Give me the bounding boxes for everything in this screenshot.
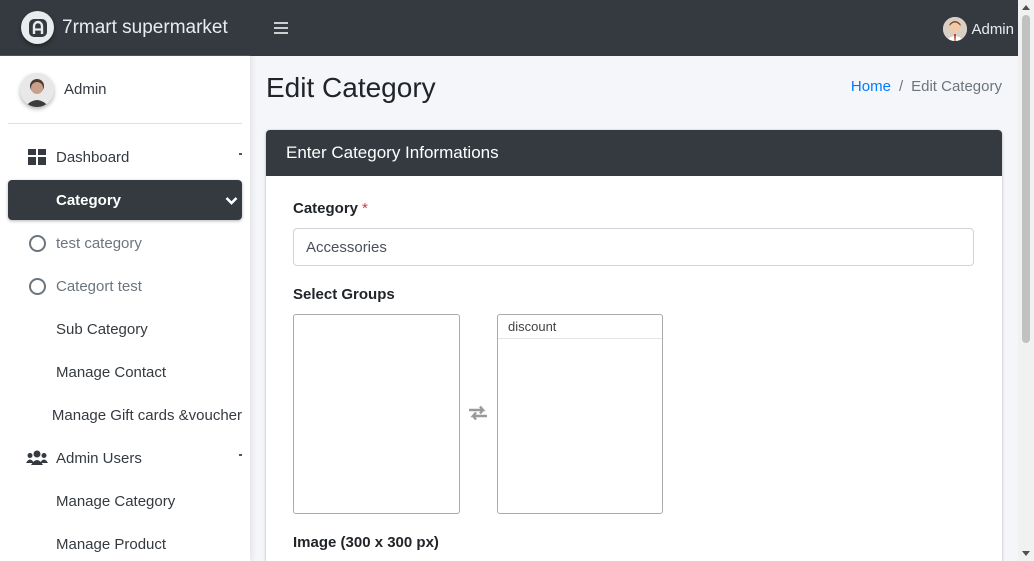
chevron-left-icon [239, 454, 242, 456]
sidebar-item-label: Categort test [56, 277, 142, 295]
select-groups-label: Select Groups [293, 286, 395, 303]
scroll-thumb[interactable] [1022, 15, 1030, 343]
category-form-card: Enter Category Informations Category* Se… [266, 130, 1002, 561]
sidebar-nav: Dashboard Category test category Categor… [0, 137, 250, 561]
chevron-down-icon [225, 193, 238, 210]
sidebar-item-sub-category[interactable]: Sub Category [8, 309, 242, 349]
sidebar-item-dashboard[interactable]: Dashboard [8, 137, 242, 177]
sidebar-item-manage-category[interactable]: Manage Category [8, 481, 242, 521]
page-title: Edit Category [266, 72, 436, 103]
circle-icon [28, 234, 46, 252]
breadcrumb-current: Edit Category [911, 78, 1002, 95]
dashboard-grid-icon [25, 149, 49, 165]
sidebar: 7rmart supermarket Admin Dashboard Categ… [0, 0, 250, 561]
sidebar-item-label: Manage Gift cards &voucher [51, 406, 242, 424]
sidebar-item-label: Manage Category [56, 492, 176, 510]
sidebar-item-label: Manage Contact [56, 363, 167, 381]
hamburger-menu-icon[interactable] [274, 19, 288, 37]
sidebar-item-test-category[interactable]: test category [8, 223, 242, 263]
avatar [20, 72, 54, 107]
sidebar-item-admin-users[interactable]: Admin Users [8, 438, 242, 478]
sidebar-item-manage-product[interactable]: Manage Product [8, 524, 242, 561]
avatar [943, 17, 968, 41]
circle-icon [28, 277, 46, 295]
navbar-user-name: Admin [971, 20, 1014, 38]
list-item[interactable]: discount [498, 315, 662, 339]
image-label: Image (300 x 300 px) [293, 534, 439, 551]
selected-groups-listbox[interactable]: discount [497, 314, 663, 514]
sidebar-item-label: Sub Category [56, 320, 148, 338]
card-header: Enter Category Informations [266, 130, 1002, 176]
brand-name: 7rmart supermarket [62, 16, 228, 38]
swap-arrows-icon[interactable] [467, 404, 489, 427]
page-scrollbar[interactable] [1018, 0, 1034, 561]
category-label: Category * [293, 200, 368, 217]
sidebar-item-gift-cards[interactable]: Manage Gift cards &voucher [8, 395, 242, 435]
sidebar-item-manage-contact[interactable]: Manage Contact [8, 352, 242, 392]
users-icon [25, 450, 49, 466]
navbar-user-menu[interactable]: Admin [943, 17, 1014, 41]
available-groups-listbox[interactable] [293, 314, 460, 514]
brand-logo-icon [21, 11, 54, 44]
category-label-text: Category [293, 200, 359, 217]
breadcrumb: Home / Edit Category [851, 78, 1002, 95]
sidebar-user-name: Admin [64, 81, 107, 98]
breadcrumb-separator: / [898, 78, 904, 95]
sidebar-item-label: Category [56, 191, 122, 209]
sidebar-item-label: Dashboard [56, 148, 130, 166]
top-navbar: Admin [250, 0, 1018, 56]
breadcrumb-home-link[interactable]: Home [851, 78, 891, 95]
category-input[interactable] [293, 228, 974, 266]
sidebar-item-category[interactable]: Category [8, 180, 242, 220]
sidebar-item-label: Manage Product [56, 535, 167, 553]
scroll-down-arrow-icon[interactable] [1022, 551, 1030, 556]
sidebar-user-panel[interactable]: Admin [8, 56, 242, 124]
chevron-left-icon [239, 153, 242, 155]
required-mark: * [362, 200, 368, 217]
scroll-up-arrow-icon[interactable] [1022, 5, 1030, 10]
sidebar-item-label: Admin Users [56, 449, 142, 467]
sidebar-item-categort-test[interactable]: Categort test [8, 266, 242, 306]
brand-link[interactable]: 7rmart supermarket [0, 0, 250, 56]
sidebar-item-label: test category [56, 234, 142, 252]
